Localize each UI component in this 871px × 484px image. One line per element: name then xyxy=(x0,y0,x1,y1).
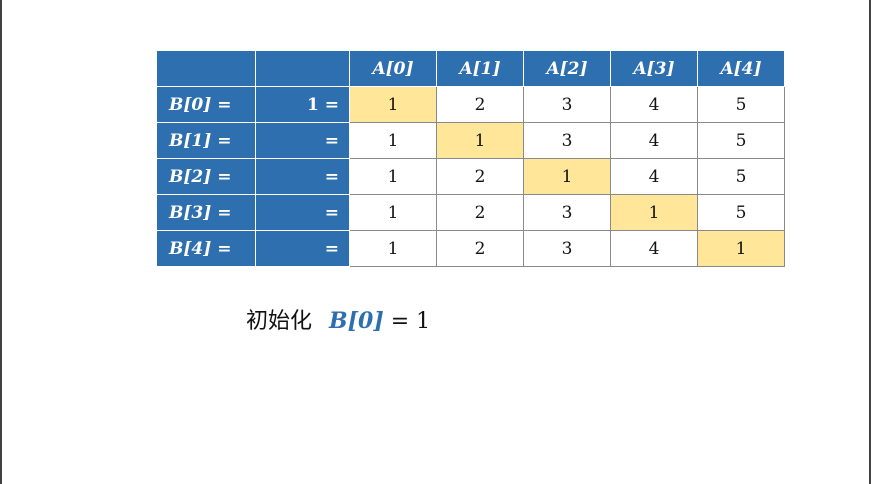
value-cell: 5 xyxy=(697,194,785,231)
header-corner-cell xyxy=(156,50,256,87)
value-cell: 2 xyxy=(436,194,524,231)
value-cell: 3 xyxy=(523,122,611,159)
row-prefix: = xyxy=(255,122,350,159)
header-cell-a3: A[3] xyxy=(610,50,698,87)
header-cell-a2: A[2] xyxy=(523,50,611,87)
caption-variable: B[0] xyxy=(329,308,384,334)
row-label-b0: B[0] = xyxy=(156,86,256,123)
row-prefix: = xyxy=(255,194,350,231)
row-label-b2: B[2] = xyxy=(156,158,256,195)
header-cell-a4: A[4] xyxy=(697,50,785,87)
value-cell: 1 xyxy=(523,158,611,195)
table-row: B[3] = = 1 2 3 1 5 xyxy=(156,194,785,231)
value-cell: 3 xyxy=(523,86,611,123)
value-cell: 2 xyxy=(436,86,524,123)
value-cell: 1 xyxy=(610,194,698,231)
value-cell: 5 xyxy=(697,122,785,159)
table-row: B[4] = = 1 2 3 4 1 xyxy=(156,230,785,267)
step-caption: 初始化 B[0] = 1 xyxy=(246,303,430,335)
row-prefix: 1 = xyxy=(255,86,350,123)
value-cell: 1 xyxy=(697,230,785,267)
value-cell: 1 xyxy=(436,122,524,159)
caption-text: 初始化 xyxy=(246,309,313,334)
row-label-b1: B[1] = xyxy=(156,122,256,159)
b-array-table: A[0] A[1] A[2] A[3] A[4] B[0] = 1 = 1 2 … xyxy=(156,50,785,267)
value-cell: 3 xyxy=(523,230,611,267)
caption-equation: = 1 xyxy=(390,309,431,334)
row-prefix: = xyxy=(255,158,350,195)
value-cell: 1 xyxy=(349,86,437,123)
row-label-b3: B[3] = xyxy=(156,194,256,231)
header-cell-a0: A[0] xyxy=(349,50,437,87)
value-cell: 1 xyxy=(349,194,437,231)
value-cell: 4 xyxy=(610,122,698,159)
table-row: B[1] = = 1 1 3 4 5 xyxy=(156,122,785,159)
value-cell: 2 xyxy=(436,158,524,195)
value-cell: 2 xyxy=(436,230,524,267)
table-row: B[2] = = 1 2 1 4 5 xyxy=(156,158,785,195)
value-cell: 3 xyxy=(523,194,611,231)
header-prefix-cell xyxy=(255,50,350,87)
header-cell-a1: A[1] xyxy=(436,50,524,87)
value-cell: 1 xyxy=(349,122,437,159)
row-prefix: = xyxy=(255,230,350,267)
value-cell: 4 xyxy=(610,230,698,267)
row-label-b4: B[4] = xyxy=(156,230,256,267)
table-row: B[0] = 1 = 1 2 3 4 5 xyxy=(156,86,785,123)
value-cell: 1 xyxy=(349,230,437,267)
value-cell: 5 xyxy=(697,86,785,123)
value-cell: 4 xyxy=(610,86,698,123)
value-cell: 5 xyxy=(697,158,785,195)
value-cell: 1 xyxy=(349,158,437,195)
header-row: A[0] A[1] A[2] A[3] A[4] xyxy=(156,50,785,87)
value-cell: 4 xyxy=(610,158,698,195)
